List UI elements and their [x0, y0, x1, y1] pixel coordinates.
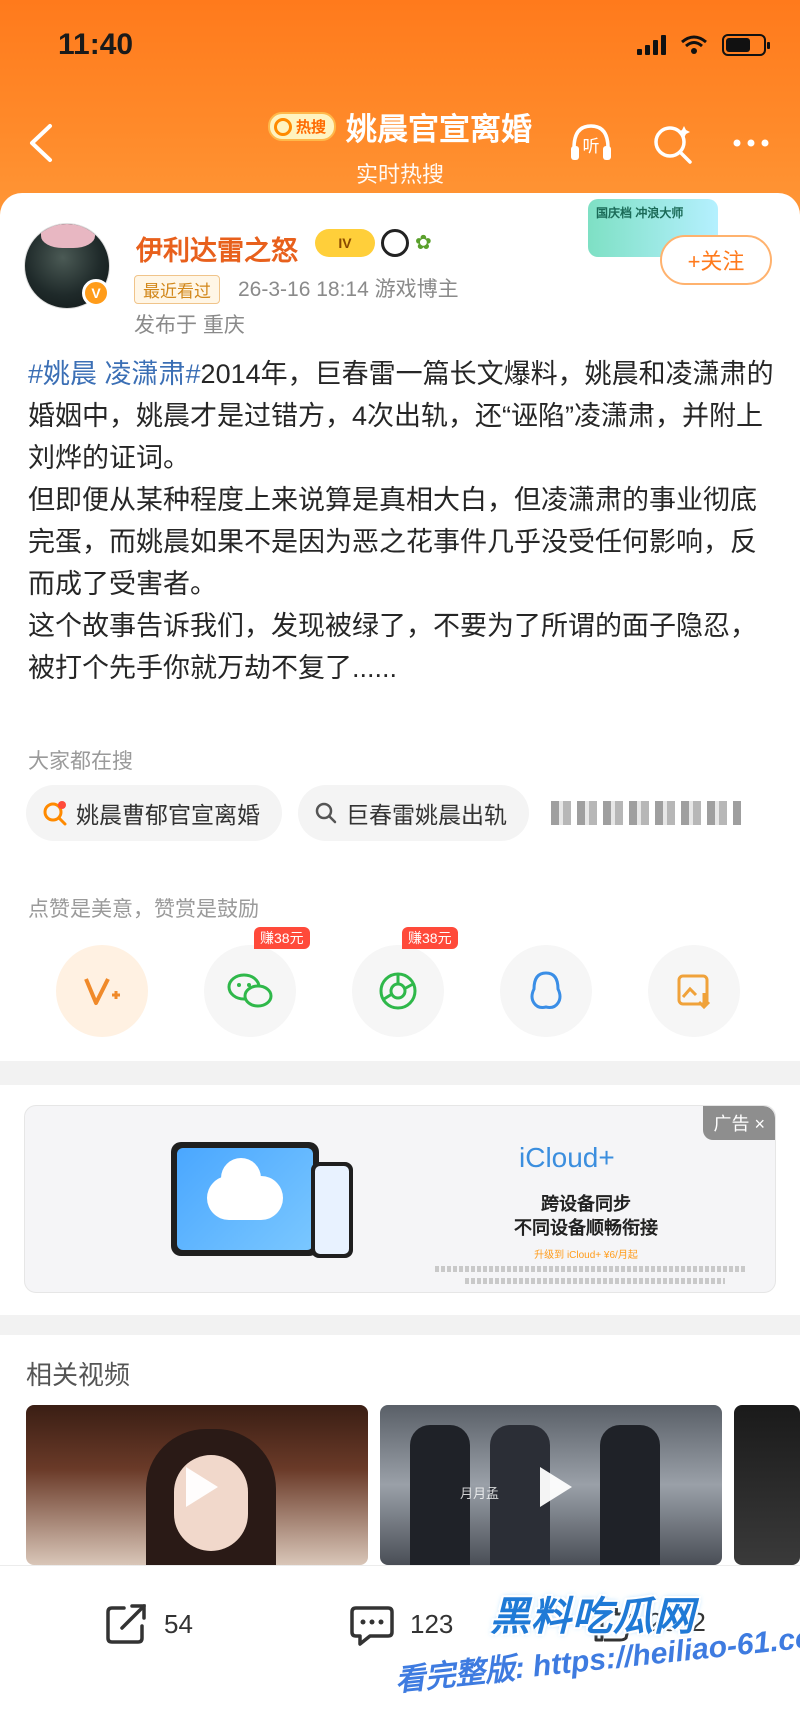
user-badges: IV ✿ [315, 229, 435, 257]
share-moments-button[interactable]: 赚38元 [352, 927, 458, 1037]
post-location: 发布于 重庆 [134, 314, 245, 337]
svg-text:听: 听 [583, 137, 600, 157]
earn-tag: 赚38元 [254, 927, 310, 949]
video-thumbnail[interactable]: 月月孟 [380, 1405, 722, 1565]
wifi-icon [681, 35, 707, 54]
share-row: 赚38元 赚38元 [56, 927, 756, 1041]
follow-button[interactable]: +关注 [660, 235, 772, 285]
play-icon [540, 1467, 572, 1507]
post-meta: 26-3-16 18:14 游戏博主 [238, 278, 459, 301]
video-thumbnail[interactable] [734, 1405, 800, 1565]
hashtag-link[interactable]: #姚晨 凌潇肃# [28, 359, 201, 389]
status-time: 11:40 [58, 28, 134, 61]
trending-search-label: 大家都在搜 [28, 750, 133, 773]
qq-penguin-icon [530, 971, 562, 1009]
related-videos-title: 相关视频 [26, 1360, 131, 1390]
save-image-button[interactable] [648, 945, 740, 1037]
level-crown-badge: IV [315, 229, 375, 257]
username[interactable]: 伊利达雷之怒 [136, 229, 298, 268]
ad-line-1: 跨设备同步 [541, 1194, 631, 1214]
search-chip[interactable]: 姚晨曹郁官宣离婚 [26, 785, 282, 841]
page-title: 姚晨官宣离婚 [346, 112, 532, 147]
search-icon[interactable] [650, 120, 696, 166]
ad-legal-text [465, 1278, 725, 1284]
status-icons [637, 34, 770, 56]
video-caption: 月月孟 [460, 1486, 500, 1501]
hot-search-icon [43, 801, 67, 826]
ad-section: 广告 × iCloud+ 跨设备同步 不同设备顺畅衔接 升级到 iCloud+ … [0, 1085, 800, 1315]
hot-search-badge: 热搜 [267, 112, 336, 141]
video-thumbnail[interactable] [26, 1405, 368, 1565]
repost-icon [106, 1604, 146, 1644]
ad-line-2: 不同设备顺畅衔接 [514, 1218, 658, 1238]
share-wechat-button[interactable]: 赚38元 [204, 927, 310, 1037]
post-body: #姚晨 凌潇肃#2014年，巨春雷一篇长文爆料，姚晨和凌潇肃的婚姻中，姚晨才是过… [28, 353, 776, 689]
search-chip-obscured[interactable] [545, 785, 755, 841]
sprout-icon: ✿ [415, 232, 432, 254]
ad-close-tag[interactable]: 广告 × [703, 1106, 775, 1140]
panda-icon [381, 229, 409, 257]
listen-headphones-icon[interactable]: 听 [568, 120, 614, 166]
post-paragraph-3: 这个故事告诉我们，发现被绿了，不要为了所谓的面子隐忍，被打个先手你就万劫不复了.… [28, 611, 757, 683]
recently-viewed-tag: 最近看过 [134, 275, 220, 304]
trending-search-chips: 姚晨曹郁官宣离婚 巨春雷姚晨出轨 [26, 785, 755, 841]
ad-legal-text [435, 1266, 745, 1272]
ad-fine-print: 升级到 iCloud+ ¥6/月起 [534, 1250, 638, 1261]
v-reward-icon [84, 978, 120, 1005]
share-qq-button[interactable] [500, 945, 592, 1037]
ad-title: iCloud+ [519, 1142, 615, 1173]
appreciation-label: 点赞是美意，赞赏是鼓励 [28, 898, 259, 921]
comment-count: 123 [410, 1608, 454, 1639]
play-icon [186, 1467, 218, 1507]
search-chip[interactable]: 巨春雷姚晨出轨 [298, 785, 529, 841]
comment-icon [350, 1606, 394, 1646]
earn-tag: 赚38元 [402, 927, 458, 949]
wechat-icon [227, 973, 273, 1008]
repost-count: 54 [164, 1608, 193, 1639]
comment-button[interactable]: 123 [348, 1600, 453, 1648]
reward-button[interactable] [56, 945, 148, 1037]
save-image-icon [677, 974, 711, 1010]
cellular-signal-icon [637, 35, 666, 55]
more-options-icon[interactable] [728, 120, 774, 166]
moments-camera-icon [379, 972, 417, 1010]
battery-icon [722, 34, 770, 56]
ad-card[interactable]: 广告 × iCloud+ 跨设备同步 不同设备顺畅衔接 升级到 iCloud+ … [24, 1105, 776, 1293]
verified-badge-icon: V [82, 279, 110, 307]
post-paragraph-2: 但即便从某种程度上来说算是真相大白，但凌潇肃的事业彻底完蛋，而姚晨如果不是因为恶… [28, 485, 757, 599]
search-icon [315, 802, 337, 824]
top-header: 11:40 热搜 姚晨官宣离婚 实时热搜 听 [0, 0, 800, 215]
post-card: V 伊利达雷之怒 IV ✿ 最近看过 26-3-16 18:14 游戏博主 发布… [0, 193, 800, 1061]
repost-button[interactable]: 54 [102, 1600, 193, 1648]
